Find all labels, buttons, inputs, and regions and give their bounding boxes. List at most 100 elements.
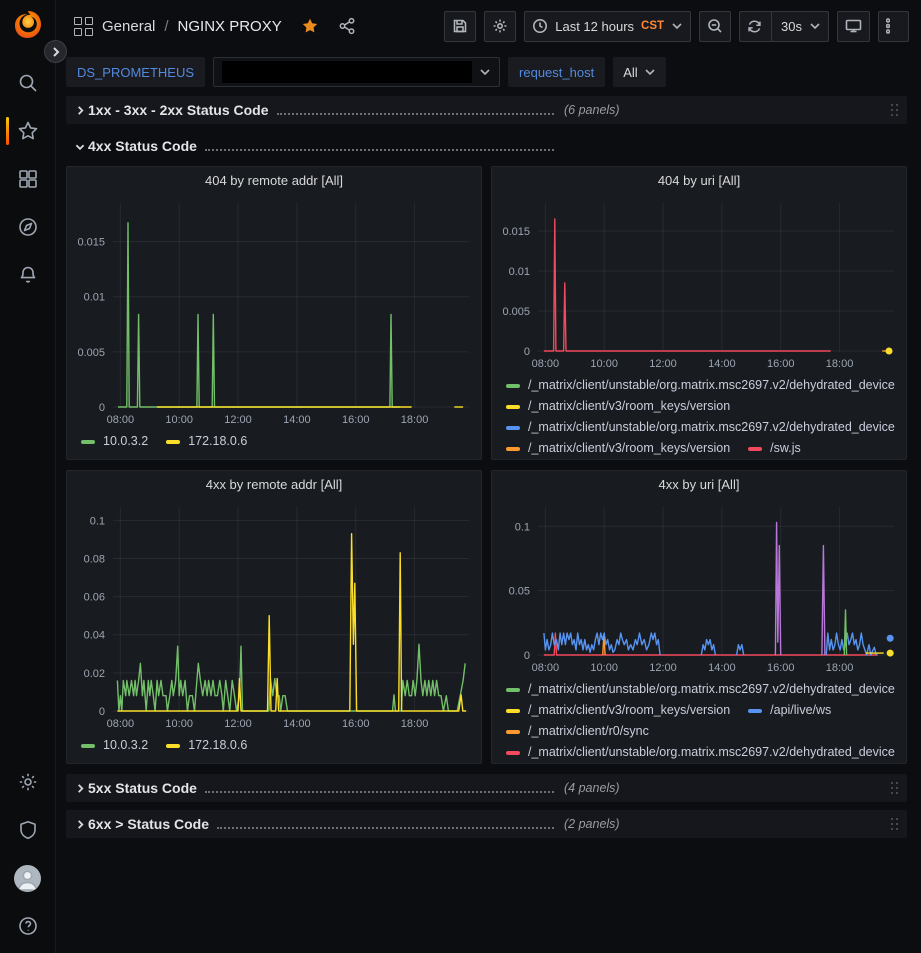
legend-item[interactable]: 10.0.3.2 [81, 735, 148, 756]
svg-text:0.01: 0.01 [509, 266, 530, 278]
row-drag-handle[interactable] [891, 818, 901, 830]
svg-text:12:00: 12:00 [224, 718, 252, 730]
legend-item[interactable]: /sw.js [748, 438, 801, 459]
svg-text:0.06: 0.06 [84, 592, 105, 604]
toolbar: Last 12 hours CST 30s [444, 11, 909, 42]
row-5xx[interactable]: 5xx Status Code (4 panels) [66, 774, 907, 802]
refresh-interval-label: 30s [781, 19, 802, 34]
row-4xx[interactable]: 4xx Status Code [66, 132, 907, 160]
breadcrumb-dashboard-title[interactable]: NGINX PROXY [178, 18, 282, 35]
panel-legend: 10.0.3.2 172.18.0.6 [67, 429, 481, 459]
variables-submenu: DS_PROMETHEUS request_host All [56, 52, 921, 92]
panel-title[interactable]: 4xx by remote addr [All] [67, 471, 481, 497]
datasource-variable-label[interactable]: DS_PROMETHEUS [66, 57, 205, 87]
svg-text:0.1: 0.1 [515, 521, 530, 533]
dashboards-icon[interactable] [0, 164, 56, 194]
svg-text:0.02: 0.02 [84, 668, 105, 680]
search-icon[interactable] [0, 68, 56, 98]
svg-text:16:00: 16:00 [342, 718, 370, 730]
help-icon[interactable] [0, 911, 56, 941]
star-dashboard-icon[interactable] [301, 17, 319, 35]
legend-series-swatch [506, 405, 520, 409]
apps-grid-icon[interactable] [74, 17, 93, 36]
svg-text:10:00: 10:00 [590, 662, 618, 674]
legend-series-swatch [506, 384, 520, 388]
legend-series-label: /_matrix/client/r0/sync [528, 721, 649, 742]
legend-item[interactable]: 172.18.0.6 [166, 735, 247, 756]
row-drag-handle[interactable] [891, 104, 901, 116]
time-range-label: Last 12 hours [555, 19, 634, 34]
legend-series-swatch [506, 751, 520, 755]
legend-item[interactable]: /_matrix/client/v3/room_keys/version [506, 438, 730, 459]
configuration-gear-icon[interactable] [0, 767, 56, 797]
legend-item[interactable]: 10.0.3.2 [81, 431, 148, 452]
svg-text:12:00: 12:00 [224, 414, 252, 426]
dashboard-canvas: 1xx - 3xx - 2xx Status Code (6 panels) 4… [56, 92, 921, 838]
panel-title[interactable]: 404 by remote addr [All] [67, 167, 481, 193]
legend-item[interactable]: /_matrix/client/r0/sync [506, 721, 649, 742]
svg-text:0: 0 [99, 402, 105, 414]
request-host-variable-label[interactable]: request_host [508, 57, 605, 87]
more-options-kebab-button[interactable] [878, 11, 909, 42]
row-panel-count: (4 panels) [564, 781, 620, 795]
legend-item[interactable]: /_matrix/client/unstable/org.matrix.msc2… [506, 742, 895, 763]
legend-series-swatch [166, 440, 180, 444]
alerting-bell-icon[interactable] [0, 260, 56, 290]
time-series-chart[interactable]: 08:0010:0012:0014:0016:0018:0000.0050.01… [67, 193, 481, 429]
svg-text:0.08: 0.08 [84, 553, 105, 565]
panel-title[interactable]: 404 by uri [All] [492, 167, 906, 193]
svg-text:08:00: 08:00 [107, 414, 135, 426]
zoom-out-time-button[interactable] [699, 11, 731, 42]
save-dashboard-button[interactable] [444, 11, 476, 42]
legend-series-swatch [166, 744, 180, 748]
explore-compass-icon[interactable] [0, 212, 56, 242]
row-6xx[interactable]: 6xx > Status Code (2 panels) [66, 810, 907, 838]
legend-series-swatch [748, 709, 762, 713]
svg-text:14:00: 14:00 [708, 662, 736, 674]
legend-item[interactable]: /_matrix/client/unstable/org.matrix.msc2… [506, 375, 895, 396]
row-panel-count: (2 panels) [564, 817, 620, 831]
svg-text:12:00: 12:00 [649, 358, 677, 370]
datasource-variable-select[interactable] [213, 57, 500, 87]
time-series-chart[interactable]: 08:0010:0012:0014:0016:0018:0000.020.040… [67, 497, 481, 733]
panel-legend: /_matrix/client/unstable/org.matrix.msc2… [492, 677, 906, 763]
time-series-chart[interactable]: 08:0010:0012:0014:0016:0018:0000.050.1 [492, 497, 906, 677]
request-host-value: All [623, 65, 637, 80]
legend-series-label: /_matrix/client/unstable/org.matrix.msc2… [528, 417, 895, 438]
dashboard-settings-button[interactable] [484, 11, 516, 42]
panel-title[interactable]: 4xx by uri [All] [492, 471, 906, 497]
dashboard-header: General / NGINX PROXY Last 12 hours CST [56, 0, 921, 52]
time-series-chart[interactable]: 08:0010:0012:0014:0016:0018:0000.0050.01… [492, 193, 906, 373]
sidebar [0, 0, 56, 953]
legend-item[interactable]: /api/live/ws [748, 700, 831, 721]
svg-text:0: 0 [524, 346, 530, 358]
breadcrumb-folder[interactable]: General [102, 18, 155, 35]
expand-sidebar-button[interactable] [44, 40, 67, 63]
refresh-picker[interactable]: 30s [739, 11, 829, 42]
share-dashboard-icon[interactable] [338, 17, 356, 35]
svg-text:08:00: 08:00 [107, 718, 135, 730]
row-1xx-3xx-2xx[interactable]: 1xx - 3xx - 2xx Status Code (6 panels) [66, 96, 907, 124]
row-title: 4xx Status Code [88, 138, 197, 154]
legend-series-label: /_matrix/client/v3/room_keys/version [528, 396, 730, 417]
user-avatar[interactable] [0, 863, 56, 893]
legend-item[interactable]: /_matrix/client/unstable/org.matrix.msc2… [506, 417, 895, 438]
chevron-down-icon [671, 20, 683, 32]
legend-item[interactable]: 172.18.0.6 [166, 431, 247, 452]
row-drag-handle[interactable] [891, 782, 901, 794]
legend-item[interactable]: /_matrix/client/v3/room_keys/version [506, 700, 730, 721]
starred-dashboards-icon[interactable] [0, 116, 56, 146]
grafana-logo[interactable] [11, 8, 45, 42]
svg-text:14:00: 14:00 [283, 414, 311, 426]
svg-text:0.015: 0.015 [77, 237, 105, 249]
legend-item[interactable]: /_matrix/client/unstable/org.matrix.msc2… [506, 679, 895, 700]
svg-text:10:00: 10:00 [165, 718, 193, 730]
chevron-right-icon [72, 106, 88, 115]
panel-legend: /_matrix/client/unstable/org.matrix.msc2… [492, 373, 906, 459]
time-range-picker[interactable]: Last 12 hours CST [524, 11, 691, 42]
tv-mode-button[interactable] [837, 11, 870, 42]
panel-4xx-by-remote-addr: 4xx by remote addr [All] 08:00 10:00 12:00… [66, 470, 482, 764]
request-host-variable-select[interactable]: All [613, 57, 665, 87]
server-admin-shield-icon[interactable] [0, 815, 56, 845]
legend-item[interactable]: /_matrix/client/v3/room_keys/version [506, 396, 730, 417]
